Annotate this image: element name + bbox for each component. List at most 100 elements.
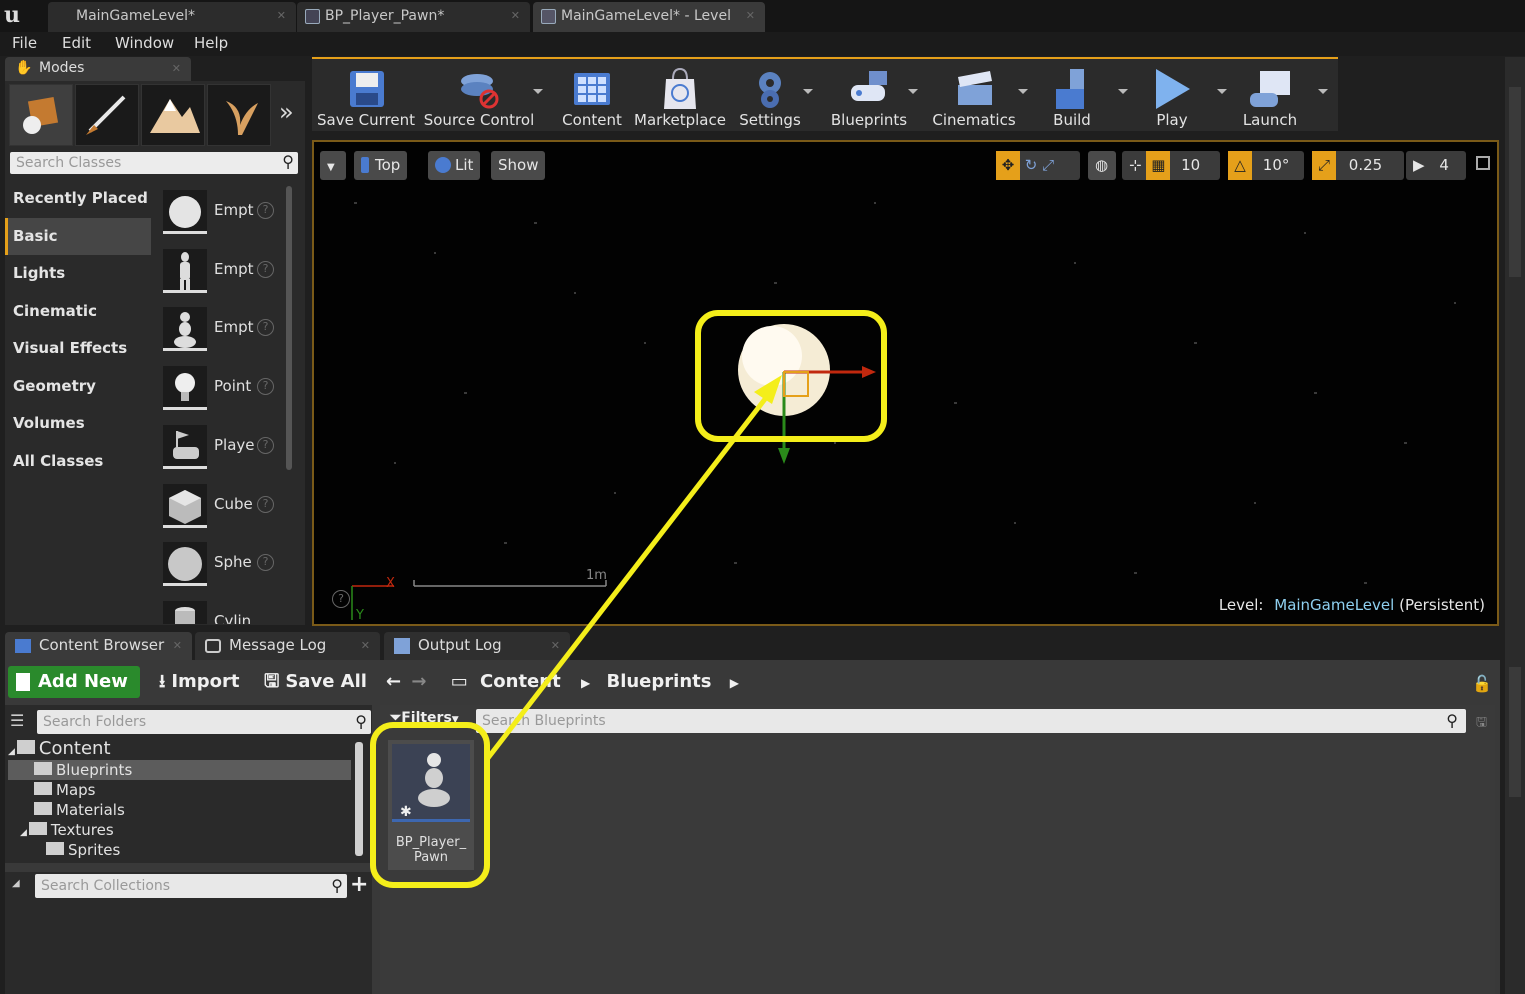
list-item-empty-actor[interactable]: Empt? [153, 187, 291, 245]
search-icon[interactable]: ⚲ [282, 151, 294, 173]
side-tab[interactable] [1509, 667, 1521, 797]
category-lights[interactable]: Lights [5, 255, 151, 292]
scale-snap-icon[interactable]: ⤢ [1312, 151, 1336, 180]
place-mode-button[interactable] [9, 84, 73, 146]
chevron-down-icon[interactable] [1018, 89, 1028, 94]
rotation-snap-value[interactable]: 10° [1263, 156, 1290, 174]
list-item-empty-pawn[interactable]: Empt? [153, 304, 291, 362]
menu-edit[interactable]: Edit [62, 34, 91, 52]
help-icon[interactable]: ? [257, 496, 274, 513]
forward-arrow-icon[interactable]: → [411, 671, 426, 692]
close-icon[interactable]: ✕ [172, 57, 181, 80]
maximize-viewport-icon[interactable] [1476, 156, 1490, 170]
tab-level-editor[interactable]: MainGameLevel* - Level ✕ [533, 2, 765, 32]
chevron-down-icon[interactable] [1118, 89, 1128, 94]
tree-item-maps[interactable]: Maps [34, 781, 95, 799]
filters-button[interactable]: ⏷Filters▼ [390, 710, 459, 726]
source-control-button[interactable]: Source Control [422, 61, 536, 131]
category-cinematic[interactable]: Cinematic [5, 293, 151, 330]
viewport-options-button[interactable]: ▼ [320, 151, 346, 180]
grid-snap-value[interactable]: 10 [1181, 156, 1200, 174]
search-icon[interactable]: ⚲ [355, 710, 367, 734]
chevron-down-icon[interactable] [908, 89, 918, 94]
list-item-point-light[interactable]: Point? [153, 363, 291, 421]
tree-item-content[interactable]: ◢ Content [8, 738, 111, 759]
close-icon[interactable]: ✕ [173, 632, 182, 659]
search-folders-input[interactable]: Search Folders ⚲ [37, 710, 371, 734]
add-new-button[interactable]: Add New ▼ [8, 666, 140, 721]
category-basic[interactable]: Basic [5, 218, 151, 255]
help-icon[interactable]: ? [257, 261, 274, 278]
close-icon[interactable]: ✕ [361, 632, 370, 659]
search-classes-input[interactable]: Search Classes ⚲ [10, 152, 298, 174]
tree-item-textures[interactable]: ◢ Textures [20, 821, 114, 839]
world-local-button[interactable]: ◍ [1088, 151, 1116, 180]
menu-help[interactable]: Help [194, 34, 228, 52]
tab-modes[interactable]: ✋ Modes ✕ [5, 57, 191, 81]
save-all-button[interactable]: 🖫 Save All [264, 666, 367, 697]
more-modes-icon[interactable]: » [279, 98, 294, 126]
back-arrow-icon[interactable]: ← [386, 671, 401, 692]
play-button[interactable]: Play [1140, 61, 1204, 131]
close-icon[interactable]: ✕ [746, 2, 755, 30]
tree-item-blueprints[interactable]: Blueprints [34, 761, 132, 779]
save-search-icon[interactable]: 🖫 [1476, 713, 1487, 735]
lock-icon[interactable]: 🔓 [1472, 674, 1492, 693]
rotation-snap-icon[interactable]: △ [1228, 151, 1252, 180]
side-tab[interactable] [1509, 87, 1521, 277]
save-current-button[interactable]: Save Current [316, 61, 416, 131]
launch-button[interactable]: Launch [1238, 61, 1302, 131]
help-icon[interactable]: ? [257, 554, 274, 571]
build-button[interactable]: Build [1040, 61, 1104, 131]
chevron-down-icon[interactable] [1217, 89, 1227, 94]
items-scrollbar[interactable] [286, 186, 292, 470]
category-visual-effects[interactable]: Visual Effects [5, 330, 151, 367]
list-item-sphere[interactable]: Sphe? [153, 539, 291, 597]
surface-snap-icon[interactable]: ⊹ [1129, 156, 1142, 174]
lit-mode-button[interactable]: Lit [428, 151, 481, 180]
chevron-down-icon[interactable] [1318, 89, 1328, 94]
search-assets-input[interactable]: Search Blueprints ⚲ [476, 709, 1466, 733]
grid-snap-icon[interactable]: ▦ [1146, 151, 1171, 180]
scale-snap-value[interactable]: 0.25 [1349, 156, 1382, 174]
close-icon[interactable]: ✕ [277, 2, 286, 30]
category-geometry[interactable]: Geometry [5, 368, 151, 405]
search-icon[interactable]: ⚲ [331, 874, 343, 898]
rotate-icon[interactable]: ↻ [1025, 156, 1038, 174]
foliage-mode-button[interactable] [207, 84, 271, 146]
chevron-right-icon[interactable]: ▶ [581, 676, 590, 690]
menu-file[interactable]: File [12, 34, 37, 52]
landscape-mode-button[interactable] [141, 84, 205, 146]
settings-button[interactable]: Settings [736, 61, 804, 131]
help-icon[interactable]: ? [332, 590, 350, 608]
search-collections-input[interactable]: Search Collections ⚲ [35, 874, 347, 898]
list-item-cube[interactable]: Cube? [153, 481, 291, 539]
cinematics-button[interactable]: Cinematics [932, 61, 1016, 131]
help-icon[interactable]: ? [257, 202, 274, 219]
chevron-down-icon[interactable] [803, 89, 813, 94]
marketplace-button[interactable]: Marketplace [632, 61, 728, 131]
tree-item-materials[interactable]: Materials [34, 801, 125, 819]
help-icon[interactable]: ? [257, 378, 274, 395]
category-recently-placed[interactable]: Recently Placed [5, 180, 151, 217]
list-item-empty-character[interactable]: Empt? [153, 246, 291, 304]
blueprints-button[interactable]: Blueprints [828, 61, 910, 131]
help-icon[interactable]: ? [257, 319, 274, 336]
collapse-arrow-icon[interactable]: ◢ [12, 878, 20, 889]
scale-icon[interactable]: ⤢ [1042, 156, 1054, 174]
expand-arrow-icon[interactable]: ◢ [20, 828, 27, 838]
sources-toggle-icon[interactable]: ☰ [10, 711, 24, 730]
tab-message-log[interactable]: Message Log ✕ [195, 632, 380, 660]
help-icon[interactable]: ? [257, 437, 274, 454]
breadcrumb-blueprints[interactable]: Blueprints [606, 671, 711, 692]
list-item-player-start[interactable]: Playe? [153, 422, 291, 480]
content-button[interactable]: Content [560, 61, 624, 131]
paint-mode-button[interactable] [75, 84, 139, 146]
unreal-logo-icon[interactable]: u [4, 2, 20, 28]
close-icon[interactable]: ✕ [511, 2, 520, 30]
tab-content-browser[interactable]: Content Browser ✕ [5, 632, 192, 660]
import-button[interactable]: ⭳ Import [159, 666, 240, 697]
category-all-classes[interactable]: All Classes [5, 443, 151, 480]
tab-output-log[interactable]: Output Log ✕ [384, 632, 570, 660]
camera-speed-button[interactable]: ▶ 4 [1406, 151, 1466, 180]
